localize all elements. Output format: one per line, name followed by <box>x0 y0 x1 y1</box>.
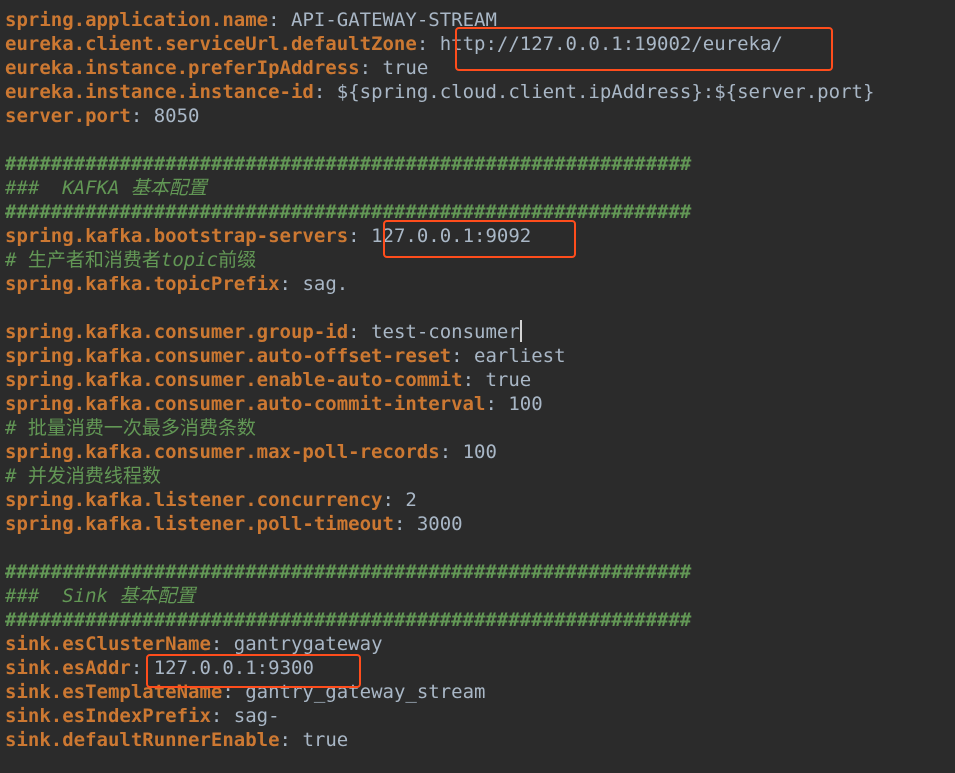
code-line-property[interactable]: sink.esClusterName: gantrygateway <box>5 632 874 656</box>
comment-italic-word: topic <box>160 249 219 271</box>
code-line-divider[interactable]: ########################################… <box>5 608 874 632</box>
property-key: sink.esAddr <box>5 657 131 679</box>
code-line-property[interactable]: eureka.instance.instance-id: ${spring.cl… <box>5 80 874 104</box>
code-line-property[interactable]: sink.defaultRunnerEnable: true <box>5 728 874 752</box>
property-separator: : <box>313 81 337 103</box>
property-value[interactable]: ${spring.cloud.client.ipAddress}:${serve… <box>337 81 875 103</box>
property-separator: : <box>130 105 154 127</box>
property-value[interactable]: sag. <box>302 273 348 295</box>
code-line-property[interactable]: spring.kafka.consumer.group-id: test-con… <box>5 320 874 344</box>
comment-suffix: 前缀 <box>218 249 257 271</box>
property-separator: : <box>462 369 486 391</box>
code-line-section-heading[interactable]: ### Sink 基本配置 <box>5 584 874 608</box>
code-line-property[interactable]: spring.kafka.consumer.auto-offset-reset:… <box>5 344 874 368</box>
hash-divider: ########################################… <box>5 561 692 583</box>
property-value[interactable]: 2 <box>405 489 416 511</box>
code-line-property[interactable]: spring.kafka.listener.concurrency: 2 <box>5 488 874 512</box>
comment-text: # 批量消费一次最多消费条数 <box>5 417 256 439</box>
property-key: sink.defaultRunnerEnable <box>5 729 280 751</box>
property-separator: : <box>279 729 303 751</box>
property-separator: : <box>210 633 234 655</box>
property-separator: : <box>439 441 463 463</box>
property-key: spring.kafka.consumer.group-id <box>5 321 349 343</box>
property-value[interactable]: gantrygateway <box>234 633 383 655</box>
code-line-property[interactable]: server.port: 8050 <box>5 104 874 128</box>
property-key: spring.kafka.consumer.enable-auto-commit <box>5 369 463 391</box>
code-line-comment[interactable]: # 批量消费一次最多消费条数 <box>5 416 874 440</box>
property-key: sink.esClusterName <box>5 633 211 655</box>
property-separator: : <box>485 393 509 415</box>
code-line-divider[interactable]: ########################################… <box>5 152 874 176</box>
property-separator: : <box>451 345 475 367</box>
property-key: eureka.instance.instance-id <box>5 81 314 103</box>
property-separator: : <box>359 57 383 79</box>
property-value[interactable]: earliest <box>474 345 566 367</box>
code-line-property[interactable]: spring.kafka.consumer.enable-auto-commit… <box>5 368 874 392</box>
code-line-property[interactable]: sink.esAddr: 127.0.0.1:9300 <box>5 656 874 680</box>
property-key: eureka.client.serviceUrl.defaultZone <box>5 33 417 55</box>
property-value[interactable]: 3000 <box>417 513 463 535</box>
section-heading: ### Sink 基本配置 <box>5 585 196 607</box>
comment-text: # 并发消费线程数 <box>5 465 161 487</box>
property-key: spring.kafka.consumer.max-poll-records <box>5 441 440 463</box>
property-separator: : <box>268 9 291 31</box>
code-lines[interactable]: spring.application.name: API-GATEWAY-STR… <box>5 8 874 752</box>
property-key: eureka.instance.preferIpAddress <box>5 57 360 79</box>
comment-prefix: # 批量消费一次最多消费条数 <box>5 417 256 439</box>
code-line-blank[interactable] <box>5 128 874 152</box>
comment-text: # 生产者和消费者topic前缀 <box>5 249 256 271</box>
section-heading: ### KAFKA 基本配置 <box>5 177 207 199</box>
text-cursor <box>519 320 522 342</box>
code-line-property[interactable]: spring.kafka.topicPrefix: sag. <box>5 272 874 296</box>
property-key: spring.kafka.consumer.auto-commit-interv… <box>5 393 486 415</box>
highlight-eureka-url <box>455 27 833 71</box>
property-value[interactable]: true <box>485 369 531 391</box>
property-separator: : <box>279 273 303 295</box>
property-separator: : <box>382 489 406 511</box>
property-value[interactable]: 100 <box>508 393 542 415</box>
hash-divider: ########################################… <box>5 201 692 223</box>
code-line-property[interactable]: sink.esIndexPrefix: sag- <box>5 704 874 728</box>
property-key: spring.kafka.consumer.auto-offset-reset <box>5 345 452 367</box>
hash-divider: ########################################… <box>5 609 692 631</box>
property-value[interactable]: 100 <box>463 441 497 463</box>
highlight-es-addr <box>146 654 361 688</box>
property-key: spring.application.name <box>5 9 269 31</box>
property-separator: : <box>348 321 372 343</box>
property-key: sink.esIndexPrefix <box>5 705 211 727</box>
code-line-property[interactable]: spring.kafka.listener.poll-timeout: 3000 <box>5 512 874 536</box>
code-line-blank[interactable] <box>5 536 874 560</box>
property-key: spring.kafka.listener.poll-timeout <box>5 513 394 535</box>
property-key: server.port <box>5 105 131 127</box>
code-line-property[interactable]: spring.kafka.consumer.auto-commit-interv… <box>5 392 874 416</box>
code-line-comment[interactable]: # 并发消费线程数 <box>5 464 874 488</box>
code-line-property[interactable]: spring.kafka.consumer.max-poll-records: … <box>5 440 874 464</box>
code-editor[interactable]: spring.application.name: API-GATEWAY-STR… <box>0 0 955 773</box>
highlight-kafka-bootstrap <box>383 220 576 258</box>
property-separator: : <box>416 33 440 55</box>
property-separator: : <box>393 513 417 535</box>
property-key: spring.kafka.listener.concurrency <box>5 489 383 511</box>
code-line-section-heading[interactable]: ### KAFKA 基本配置 <box>5 176 874 200</box>
property-separator: : <box>348 225 372 247</box>
comment-prefix: # 生产者和消费者 <box>5 249 161 271</box>
hash-divider: ########################################… <box>5 153 692 175</box>
comment-prefix: # 并发消费线程数 <box>5 465 161 487</box>
property-value[interactable]: sag- <box>234 705 280 727</box>
property-value[interactable]: 8050 <box>154 105 200 127</box>
property-value[interactable]: test-consumer <box>371 321 520 343</box>
code-line-blank[interactable] <box>5 296 874 320</box>
property-key: spring.kafka.bootstrap-servers <box>5 225 349 247</box>
property-separator: : <box>210 705 234 727</box>
property-value[interactable]: true <box>302 729 348 751</box>
code-line-divider[interactable]: ########################################… <box>5 560 874 584</box>
property-value[interactable]: true <box>383 57 429 79</box>
code-line-property[interactable]: sink.esTemplateName: gantry_gateway_stre… <box>5 680 874 704</box>
property-key: spring.kafka.topicPrefix <box>5 273 280 295</box>
